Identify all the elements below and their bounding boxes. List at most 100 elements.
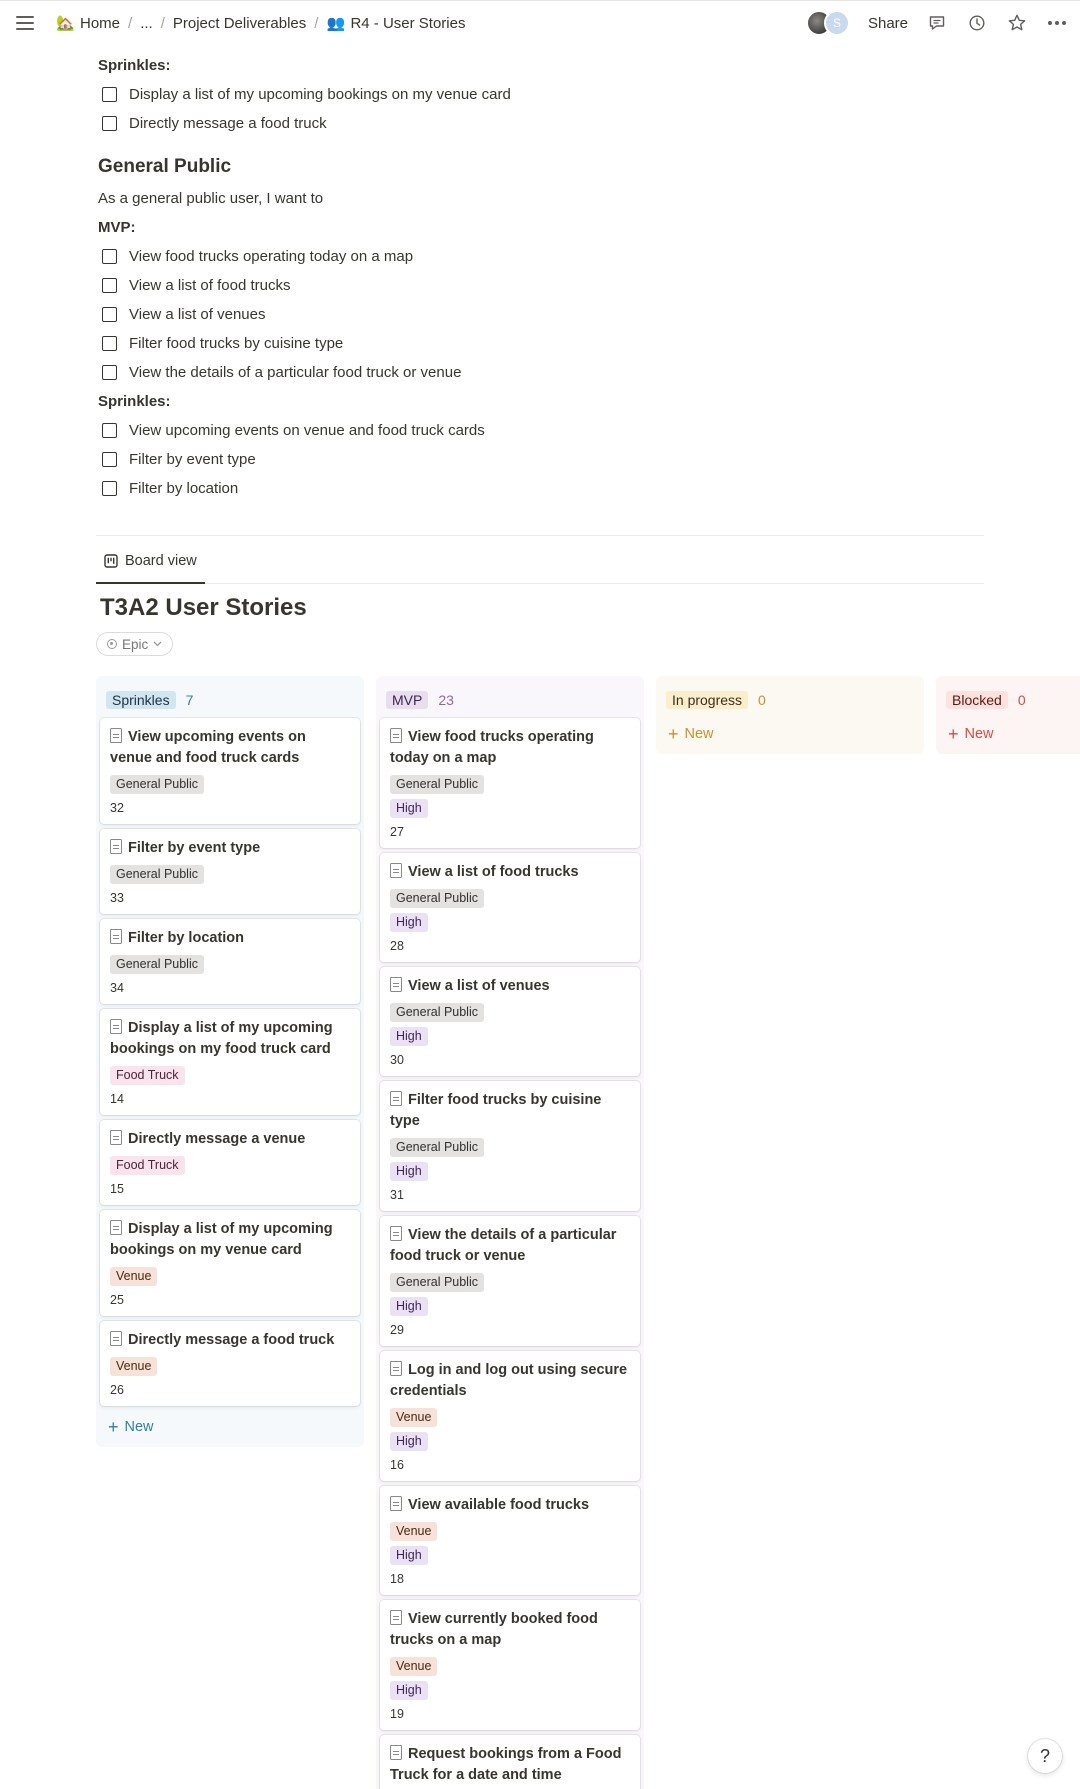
board-card[interactable]: View food trucks operating today on a ma… [380, 718, 640, 848]
share-button[interactable]: Share [868, 15, 908, 32]
card-title: View currently booked food trucks on a m… [390, 1609, 630, 1651]
new-label: New [964, 726, 994, 742]
tag-badge: Venue [110, 1267, 158, 1286]
card-tags: General Public High [390, 1273, 630, 1316]
todo-checkbox[interactable] [102, 116, 117, 131]
page-icon [110, 1130, 122, 1145]
card-number: 26 [110, 1383, 124, 1397]
todo-checkbox[interactable] [102, 249, 117, 264]
card-title: View a list of food trucks [390, 862, 630, 883]
breadcrumb-current-page[interactable]: 👥 R4 - User Stories [322, 12, 469, 34]
board-card[interactable]: Log in and log out using secure credenti… [380, 1351, 640, 1481]
status-filter-icon [107, 639, 117, 649]
column-header[interactable]: Blocked 0 [940, 682, 1076, 718]
card-title-text: Directly message a venue [128, 1131, 306, 1147]
board-card[interactable]: Display a list of my upcoming bookings o… [100, 1009, 360, 1115]
board-card[interactable]: View upcoming events on venue and food t… [100, 718, 360, 824]
tag-badge: High [390, 1546, 428, 1565]
card-title-text: View currently booked food trucks on a m… [390, 1611, 598, 1648]
board-card[interactable]: Display a list of my upcoming bookings o… [100, 1210, 360, 1316]
todo-checkbox[interactable] [102, 452, 117, 467]
column-count: 0 [1017, 692, 1026, 708]
tab-board-view[interactable]: Board view [96, 540, 205, 584]
breadcrumb-ellipsis[interactable]: ... [136, 13, 157, 34]
more-options-icon[interactable] [1046, 12, 1068, 34]
card-title-text: Filter by location [128, 930, 245, 946]
comments-icon[interactable] [926, 12, 948, 34]
board-card[interactable]: View a list of food trucks General Public… [380, 853, 640, 962]
board-card[interactable]: View available food trucks Venue High 18 [380, 1486, 640, 1595]
board-card[interactable]: Filter by event type General Public 33 [100, 829, 360, 914]
card-number: 29 [390, 1323, 404, 1337]
todo-checkbox[interactable] [102, 87, 117, 102]
column-header[interactable]: In progress 0 [660, 682, 920, 718]
card-number: 27 [390, 825, 404, 839]
board-view-icon [104, 554, 118, 568]
todo-item: Directly message a food truck [98, 109, 900, 138]
todo-checkbox[interactable] [102, 481, 117, 496]
breadcrumb-home[interactable]: 🏡 Home [52, 12, 124, 34]
database-title[interactable]: T3A2 User Stories [100, 594, 307, 622]
new-label: New [684, 726, 714, 742]
favorite-star-icon[interactable] [1006, 12, 1028, 34]
column-header[interactable]: Sprinkles 7 [100, 682, 360, 718]
tag-badge: High [390, 1681, 428, 1700]
todo-checkbox[interactable] [102, 423, 117, 438]
card-list: View food trucks operating today on a ma… [380, 718, 640, 1789]
board-card[interactable]: Filter by location General Public 34 [100, 919, 360, 1004]
breadcrumb-separator: / [128, 14, 133, 32]
board-card[interactable]: View a list of venues General Public High 3… [380, 967, 640, 1076]
board-card[interactable]: Directly message a food truck Venue 26 [100, 1321, 360, 1406]
breadcrumb-project-deliverables[interactable]: Project Deliverables [169, 13, 310, 34]
new-card-button[interactable]: + New [940, 718, 1076, 750]
todo-checkbox[interactable] [102, 336, 117, 351]
todo-checkbox[interactable] [102, 307, 117, 322]
epic-filter-button[interactable]: Epic [96, 632, 174, 656]
card-title: Log in and log out using secure credenti… [390, 1360, 630, 1402]
tag-badge: High [390, 1297, 428, 1316]
board-card[interactable]: Directly message a venue Food Truck 15 [100, 1120, 360, 1205]
plus-icon: + [668, 724, 679, 744]
divider [96, 535, 984, 536]
page-icon [390, 1745, 402, 1760]
board-card[interactable]: Filter food trucks by cuisine type Genera… [380, 1081, 640, 1211]
sidebar-menu-icon[interactable] [12, 10, 38, 36]
board-card[interactable]: View the details of a particular food tr… [380, 1216, 640, 1346]
tag-badge: General Public [110, 865, 204, 884]
todo-label: Filter by event type [129, 451, 256, 468]
board-column-blocked: Blocked 0 + New [936, 676, 1080, 754]
card-title: Filter by location [110, 928, 350, 949]
card-number: 16 [390, 1458, 404, 1472]
new-card-button[interactable]: + New [100, 1411, 360, 1443]
card-title-text: View upcoming events on venue and food t… [110, 729, 306, 766]
database-view-tabs: Board view [96, 540, 984, 584]
column-header[interactable]: MVP 23 [380, 682, 640, 718]
help-button[interactable]: ? [1028, 1739, 1062, 1773]
collaborator-avatars[interactable]: S [805, 10, 850, 36]
todo-item: View the details of a particular food tr… [98, 358, 900, 387]
todo-checkbox[interactable] [102, 365, 117, 380]
card-title: View the details of a particular food tr… [390, 1225, 630, 1267]
column-count: 23 [438, 692, 454, 708]
page-icon [390, 863, 402, 878]
tab-label: Board view [125, 553, 197, 569]
todo-checkbox[interactable] [102, 278, 117, 293]
plus-icon: + [948, 724, 959, 744]
tag-badge: General Public [390, 1273, 484, 1292]
card-number: 28 [390, 939, 404, 953]
card-tags: Venue [110, 1267, 350, 1286]
tag-badge: High [390, 1162, 428, 1181]
board-card[interactable]: View currently booked food trucks on a m… [380, 1600, 640, 1730]
card-tags: General Public High [390, 1003, 630, 1046]
new-card-button[interactable]: + New [660, 718, 920, 750]
card-title-text: Display a list of my upcoming bookings o… [110, 1020, 333, 1057]
page-icon [110, 1019, 122, 1034]
tag-badge: Venue [110, 1357, 158, 1376]
card-tags: Venue [110, 1357, 350, 1376]
plus-icon: + [108, 1417, 119, 1437]
page-icon [110, 728, 122, 743]
history-clock-icon[interactable] [966, 12, 988, 34]
todo-label: View food trucks operating today on a ma… [129, 248, 414, 265]
board-card[interactable]: Request bookings from a Food Truck for a… [380, 1735, 640, 1789]
page-icon [390, 1361, 402, 1376]
